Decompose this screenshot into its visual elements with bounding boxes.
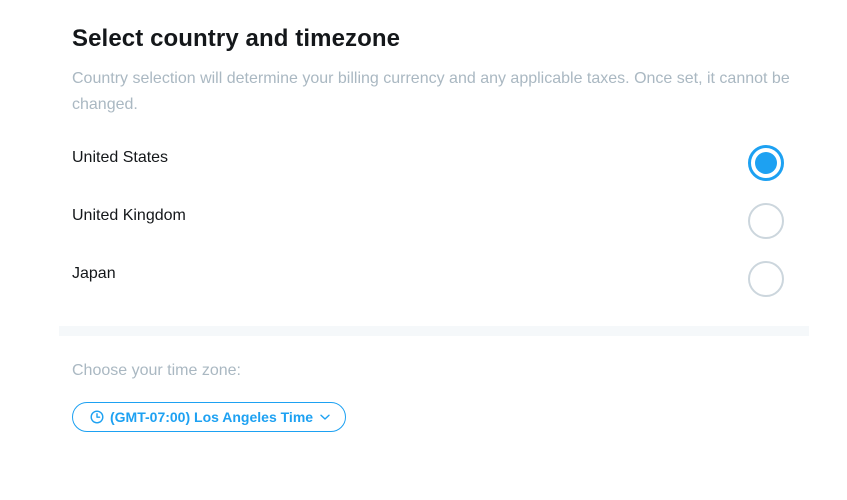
country-option-united-states[interactable]: United States: [72, 135, 786, 193]
country-radio-group: United States United Kingdom Japan: [72, 135, 786, 309]
country-option-japan[interactable]: Japan: [72, 251, 786, 309]
timezone-value: (GMT-07:00) Los Angeles Time: [110, 409, 314, 425]
radio-button[interactable]: [748, 261, 784, 297]
chevron-down-icon: [319, 411, 331, 423]
timezone-label: Choose your time zone:: [72, 362, 241, 379]
page-title: Select country and timezone: [72, 25, 401, 52]
country-label: Japan: [72, 265, 116, 282]
clock-icon: [90, 410, 104, 424]
radio-button-selected[interactable]: [748, 145, 784, 181]
timezone-dropdown-button[interactable]: (GMT-07:00) Los Angeles Time: [72, 402, 347, 432]
country-option-united-kingdom[interactable]: United Kingdom: [72, 193, 786, 251]
radio-dot: [755, 152, 777, 174]
country-label: United Kingdom: [72, 207, 186, 224]
radio-button[interactable]: [748, 203, 784, 239]
country-selection-description: Country selection will determine your bi…: [72, 70, 790, 113]
country-label: United States: [72, 149, 169, 166]
section-divider: [59, 326, 809, 336]
